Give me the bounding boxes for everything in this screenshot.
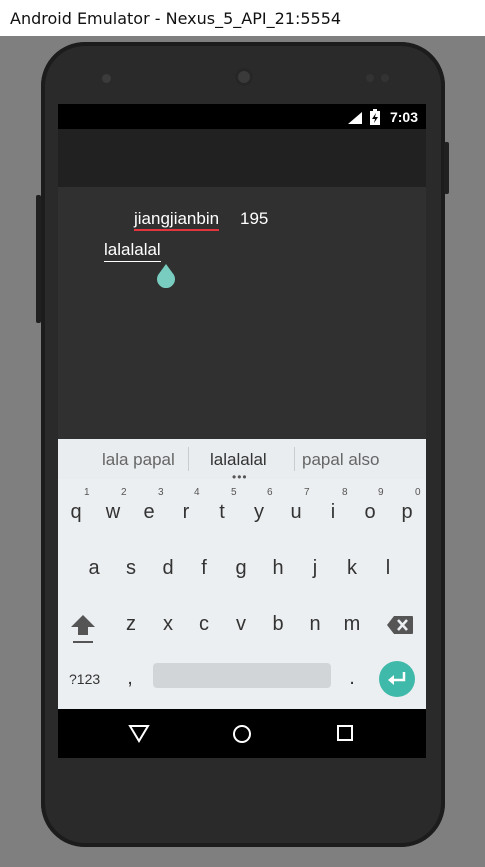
key-c[interactable]: c: [189, 613, 219, 636]
key-e[interactable]: e: [134, 501, 164, 524]
key-a[interactable]: a: [79, 557, 109, 580]
key-hint: 5: [231, 487, 237, 498]
suggestion-center[interactable]: lalalalal: [210, 450, 267, 470]
earpiece-speaker: [235, 68, 253, 86]
signal-icon: [348, 112, 362, 124]
enter-icon: [388, 672, 406, 685]
key-q[interactable]: q: [61, 501, 91, 524]
key-b[interactable]: b: [263, 613, 293, 636]
key-i[interactable]: i: [318, 501, 348, 524]
emulator-title-bar: Android Emulator - Nexus_5_API_21:5554: [0, 0, 485, 36]
key-v[interactable]: v: [226, 613, 256, 636]
key-hint: 9: [378, 487, 384, 498]
suggestion-left[interactable]: lala papal: [102, 450, 175, 470]
key-u[interactable]: u: [281, 501, 311, 524]
misspelled-name: jiangjianbin: [134, 209, 220, 231]
battery-icon: [370, 109, 380, 125]
key-comma[interactable]: ,: [115, 667, 145, 690]
front-camera: [102, 74, 111, 83]
key-m[interactable]: m: [337, 613, 367, 636]
proximity-sensor: [366, 74, 374, 82]
key-r[interactable]: r: [171, 501, 201, 524]
key-hint: 7: [304, 487, 310, 498]
symbols-key[interactable]: ?123: [69, 671, 100, 687]
suggestion-right[interactable]: papal also: [302, 450, 380, 470]
home-icon[interactable]: [231, 723, 253, 745]
key-p[interactable]: p: [392, 501, 422, 524]
back-icon[interactable]: [128, 723, 150, 743]
name-text: jiangjianbin: [134, 209, 220, 231]
suggestion-divider: [188, 447, 189, 471]
key-hint: 4: [194, 487, 200, 498]
key-period[interactable]: .: [337, 667, 367, 690]
key-y[interactable]: y: [244, 501, 274, 524]
key-hint: 3: [158, 487, 164, 498]
key-o[interactable]: o: [355, 501, 385, 524]
text-input[interactable]: lalalalal: [104, 240, 161, 262]
water-drop-handle-icon[interactable]: [155, 264, 177, 288]
window-title: Android Emulator - Nexus_5_API_21:5554: [10, 9, 342, 28]
key-s[interactable]: s: [116, 557, 146, 580]
soft-keyboard: 1 2 3 4 5 6 7 8 9 0 q w e r t y u i o p …: [58, 479, 426, 709]
key-w[interactable]: w: [98, 501, 128, 524]
navigation-bar: [58, 709, 426, 758]
key-h[interactable]: h: [263, 557, 293, 580]
status-time: 7:03: [389, 109, 418, 125]
light-sensor: [381, 74, 389, 82]
suggestion-divider: [294, 447, 295, 471]
key-g[interactable]: g: [226, 557, 256, 580]
app-toolbar: [58, 129, 426, 187]
count-text: 195: [240, 209, 269, 228]
key-x[interactable]: x: [153, 613, 183, 636]
key-hint: 6: [267, 487, 273, 498]
enter-key[interactable]: [379, 661, 415, 697]
key-hint: 2: [121, 487, 127, 498]
status-bar: 7:03: [58, 104, 426, 129]
app-content: jiangjianbin 195 lalalalal: [58, 187, 426, 439]
recents-icon[interactable]: [335, 723, 355, 743]
shift-icon[interactable]: [70, 613, 96, 645]
backspace-icon[interactable]: [386, 615, 414, 635]
suggestion-strip: lala papal lalalalal papal also •••: [58, 439, 426, 483]
space-bar[interactable]: [153, 663, 331, 688]
key-f[interactable]: f: [189, 557, 219, 580]
key-n[interactable]: n: [300, 613, 330, 636]
key-hint: 8: [342, 487, 348, 498]
key-j[interactable]: j: [300, 557, 330, 580]
key-hint: 1: [84, 487, 90, 498]
key-t[interactable]: t: [207, 501, 237, 524]
key-l[interactable]: l: [373, 557, 403, 580]
device-screen: 7:03 jiangjianbin 195 lalalalal lala pap…: [58, 104, 426, 758]
key-z[interactable]: z: [116, 613, 146, 636]
key-d[interactable]: d: [153, 557, 183, 580]
key-k[interactable]: k: [337, 557, 367, 580]
key-hint: 0: [415, 487, 421, 498]
volume-button[interactable]: [36, 195, 41, 323]
power-button[interactable]: [444, 142, 449, 194]
